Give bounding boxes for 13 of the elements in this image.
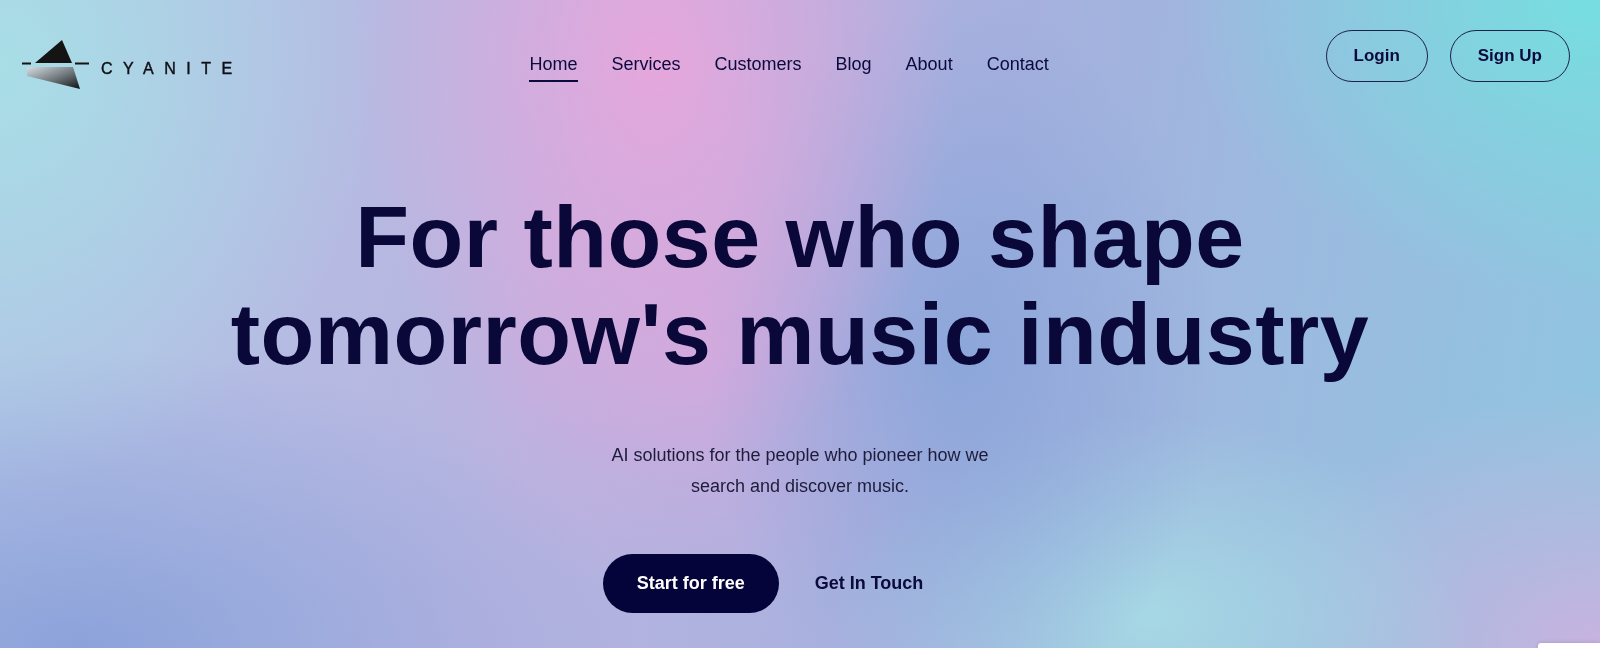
- hero-subtitle: AI solutions for the people who pioneer how we search and discover music.: [610, 444, 990, 498]
- hero-headline: For those who shape tomorrow's music industry: [229, 188, 1371, 382]
- nav-link[interactable]: Services: [611, 54, 681, 82]
- logo-wordmark: CYANITE: [101, 59, 243, 78]
- corner-badge: [1538, 643, 1600, 648]
- logo-icon: [22, 40, 90, 90]
- nav-link[interactable]: Customers: [714, 54, 802, 82]
- start-button[interactable]: Start for free: [602, 554, 779, 613]
- nav-link[interactable]: About: [905, 54, 953, 82]
- get-in-touch-link[interactable]: Get In Touch: [806, 554, 932, 613]
- nav-link[interactable]: Blog: [835, 54, 872, 82]
- nav-link[interactable]: Contact: [986, 54, 1049, 82]
- nav-link[interactable]: Home: [529, 54, 578, 82]
